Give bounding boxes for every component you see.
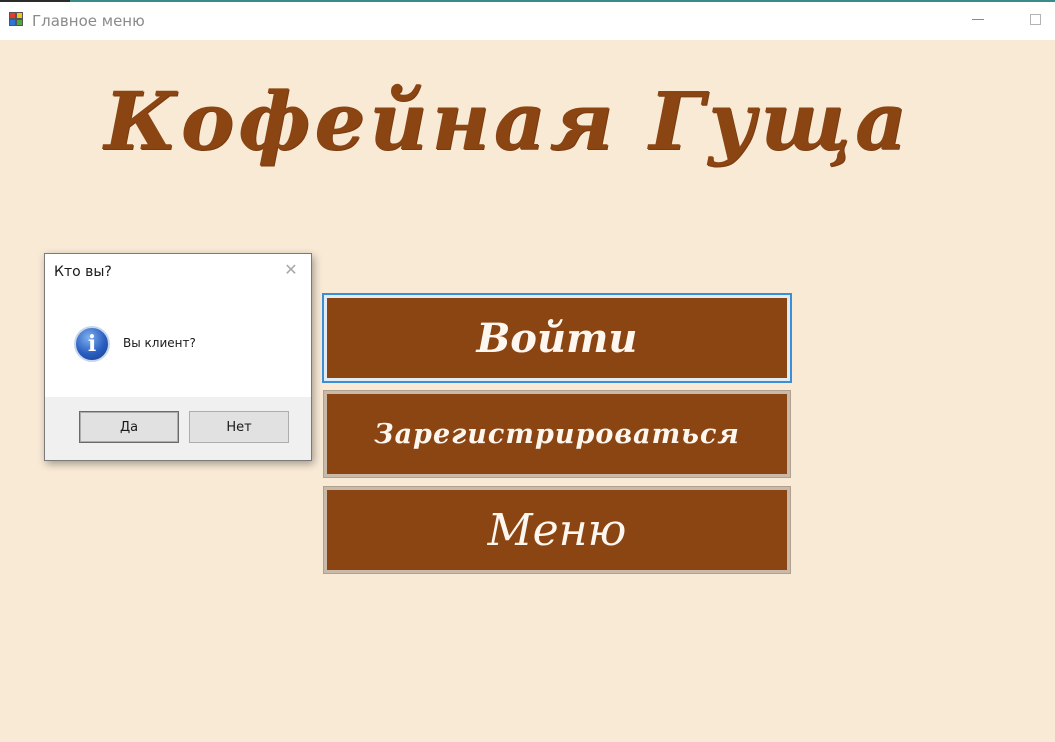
maximize-icon[interactable]	[1030, 14, 1041, 25]
no-button[interactable]: Нет	[189, 411, 289, 443]
register-button[interactable]: Зарегистрироваться	[323, 390, 791, 478]
login-button[interactable]: Войти	[322, 293, 792, 383]
yes-button[interactable]: Да	[79, 411, 179, 443]
minimize-icon[interactable]	[972, 19, 984, 20]
who-are-you-dialog: Кто вы? ✕ i Вы клиент? Да Нет	[44, 253, 312, 461]
app-form-icon	[8, 11, 25, 28]
window-title: Главное меню	[32, 12, 145, 30]
title-bar[interactable]: Главное меню	[0, 2, 1055, 40]
dialog-title: Кто вы?	[54, 264, 112, 280]
dialog-message: Вы клиент?	[123, 336, 196, 350]
info-icon: i	[74, 326, 110, 362]
main-window: Главное меню Кофейная Гуща Войти Зарегис…	[0, 0, 1055, 742]
brand-title: Кофейная Гуща	[104, 74, 911, 168]
close-icon[interactable]: ✕	[281, 260, 301, 280]
menu-button[interactable]: Меню	[323, 486, 791, 574]
dialog-button-bar: Да Нет	[45, 397, 311, 460]
